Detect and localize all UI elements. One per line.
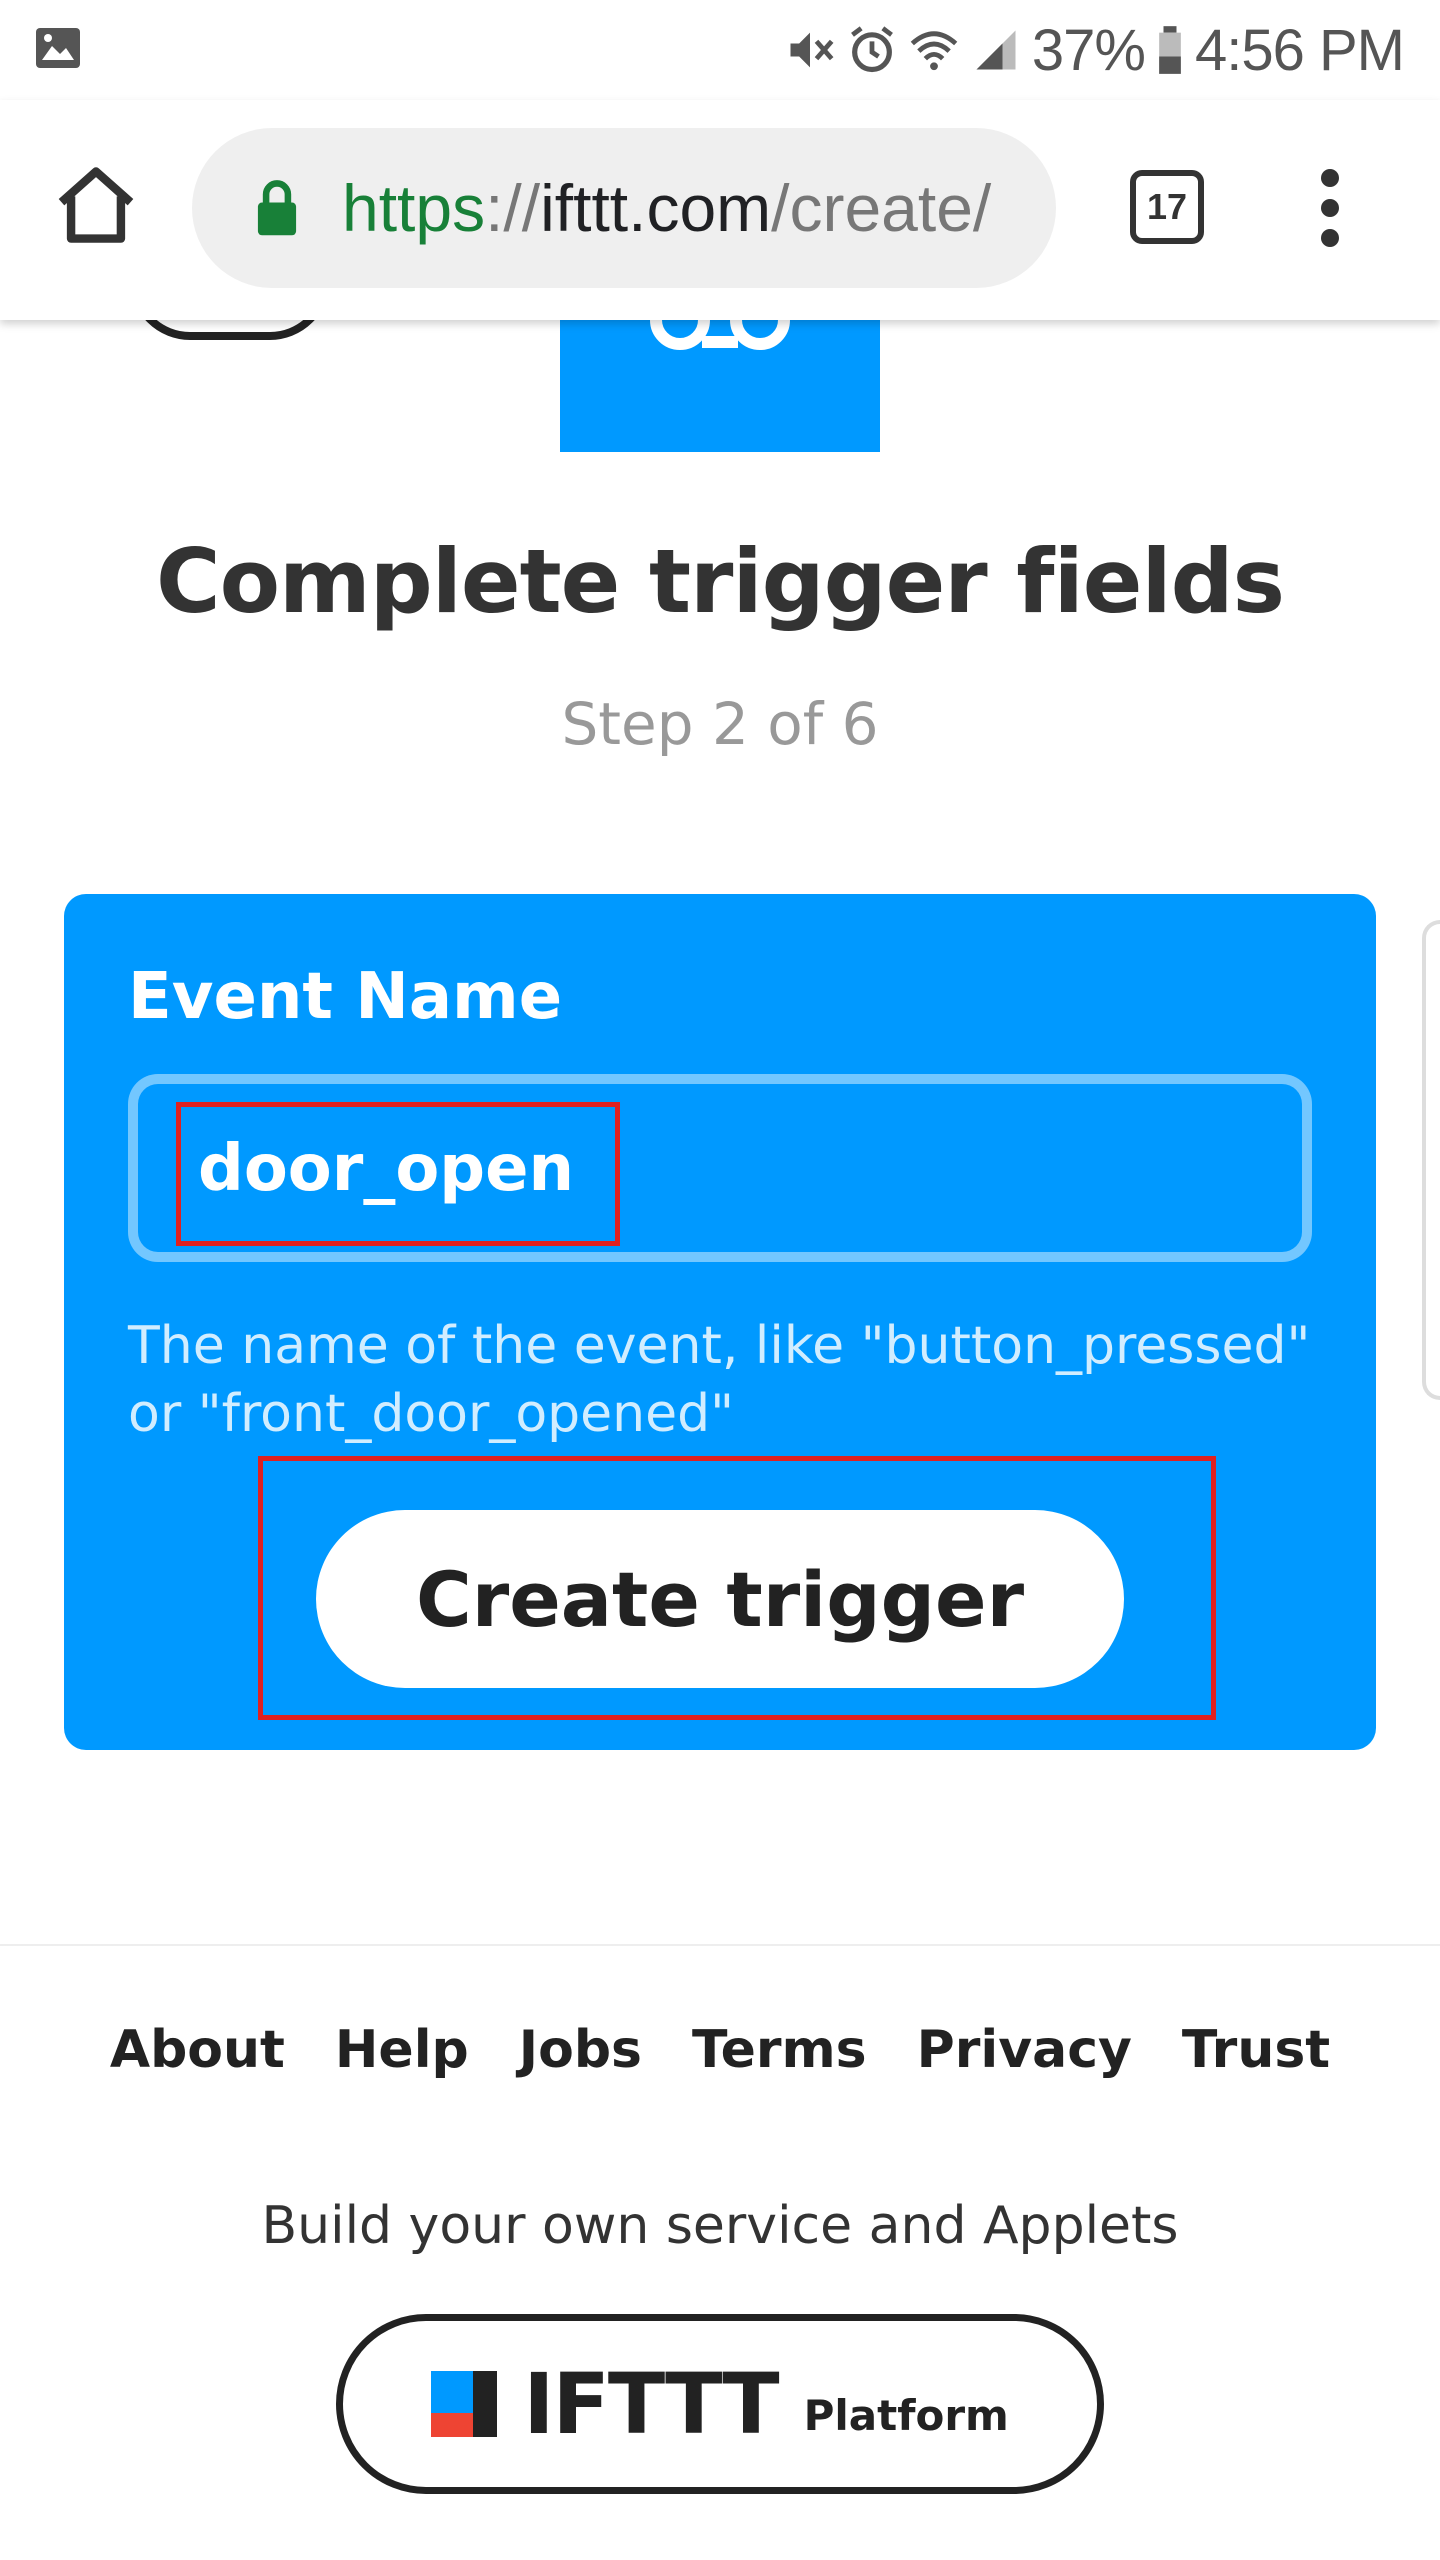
footer-link-help[interactable]: Help — [335, 2020, 469, 2080]
footer-link-terms[interactable]: Terms — [692, 2020, 867, 2080]
ifttt-platform-button[interactable]: IFTTT Platform — [336, 2314, 1104, 2494]
url-text: https://ifttt.com/create/ — [342, 168, 1032, 248]
gallery-icon — [36, 28, 80, 68]
address-bar[interactable]: https://ifttt.com/create/ — [192, 128, 1056, 288]
platform-brand: IFTTT — [523, 2355, 779, 2453]
footer-divider — [0, 1944, 1440, 1946]
back-button[interactable] — [130, 320, 330, 340]
footer-link-jobs[interactable]: Jobs — [519, 2020, 642, 2080]
url-path: /create/ — [771, 171, 992, 245]
event-name-input-wrapper — [128, 1074, 1312, 1262]
battery-icon — [1159, 26, 1181, 74]
tab-count: 17 — [1146, 186, 1188, 227]
trigger-fields-card: Event Name The name of the event, like "… — [64, 894, 1376, 1750]
lock-icon — [257, 180, 297, 236]
event-name-input[interactable] — [198, 1114, 1238, 1224]
platform-word: Platform — [803, 2390, 1009, 2440]
clock: 4:56 PM — [1195, 17, 1405, 83]
create-trigger-button[interactable]: Create trigger — [316, 1510, 1124, 1688]
scroll-indicator[interactable] — [1422, 920, 1440, 1400]
tabs-icon[interactable]: 17 — [1130, 170, 1204, 244]
home-icon[interactable] — [50, 160, 142, 252]
status-bar: 37% 4:56 PM — [0, 0, 1440, 100]
battery-percent: 37% — [1031, 17, 1146, 83]
signal-icon — [976, 30, 1016, 70]
step-indicator: Step 2 of 6 — [561, 690, 879, 758]
footer-link-trust[interactable]: Trust — [1182, 2020, 1330, 2080]
ifttt-platform-logo-icon — [431, 2371, 498, 2437]
url-host: ifttt.com — [540, 171, 772, 245]
more-vert-icon[interactable] — [1300, 166, 1360, 250]
mute-icon — [790, 32, 834, 68]
alarm-icon — [850, 26, 893, 73]
event-name-label: Event Name — [128, 960, 563, 1034]
footer-links: About Help Jobs Terms Privacy Trust — [0, 2020, 1440, 2080]
url-scheme: https — [342, 171, 486, 245]
status-icons: 37% 4:56 PM — [784, 17, 1405, 83]
webhooks-icon — [650, 320, 790, 350]
footer-link-about[interactable]: About — [110, 2020, 285, 2080]
footer-link-privacy[interactable]: Privacy — [917, 2020, 1132, 2080]
url-separator: :// — [485, 171, 541, 245]
platform-tagline: Build your own service and Applets — [261, 2196, 1179, 2256]
page-content: Complete trigger fields Step 2 of 6 Even… — [0, 320, 1440, 2560]
browser-toolbar: https://ifttt.com/create/ 17 — [0, 100, 1440, 320]
wifi-icon — [910, 31, 958, 71]
page-title: Complete trigger fields — [156, 530, 1285, 633]
event-name-help-text: The name of the event, like "button_pres… — [128, 1316, 1311, 1444]
webhooks-service-logo — [560, 320, 880, 452]
